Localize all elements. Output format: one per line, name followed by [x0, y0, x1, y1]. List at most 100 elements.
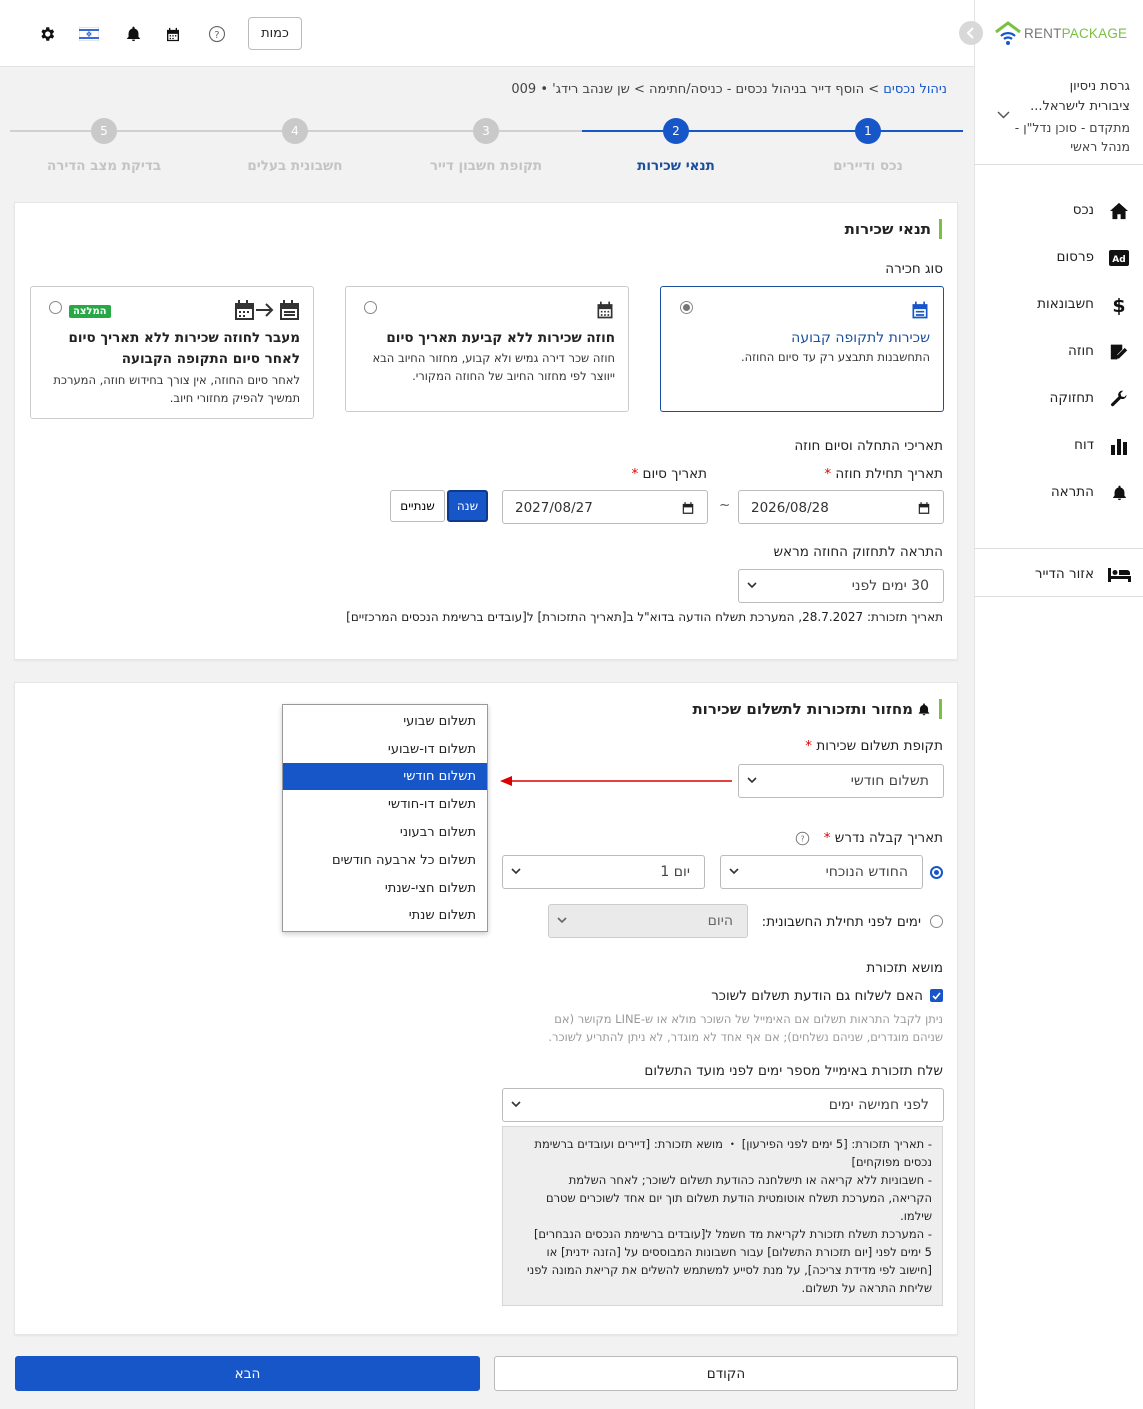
- rent-option-radio[interactable]: [364, 301, 377, 314]
- brand-name: RENTPACKAGE: [1024, 26, 1128, 41]
- end-date-label: תאריך סיום *: [631, 466, 707, 482]
- dropdown-option[interactable]: תשלום שבועי: [283, 708, 487, 735]
- calendar-icon[interactable]: [917, 501, 931, 515]
- dropdown-option[interactable]: תשלום שנתי: [283, 902, 487, 929]
- step-1-circle[interactable]: 1: [855, 118, 881, 144]
- reminder-info-box: - תאריך תזכורת: [5 ימים לפני הפירעון] ・ …: [502, 1126, 943, 1306]
- sidebar-divider: [975, 596, 1143, 597]
- help-icon[interactable]: ?: [207, 24, 227, 44]
- sidebar-item-tenant-area[interactable]: אזור הדייר: [975, 560, 1143, 590]
- contract-dates-label: תאריכי התחלה וסיום חוזה: [794, 438, 943, 454]
- calendar-icon[interactable]: [163, 24, 183, 44]
- step-5-label: בדיקת מצב הדירה: [46, 158, 162, 174]
- step-2-circle[interactable]: 2: [663, 118, 689, 144]
- dropdown-option-selected[interactable]: תשלום חודשי: [283, 763, 487, 790]
- house-wifi-logo-icon: [995, 21, 1021, 45]
- rent-type-label: סוג חכירה: [885, 261, 943, 277]
- rent-option-radio[interactable]: [49, 301, 62, 314]
- calendar-icon: [912, 301, 928, 319]
- account-switcher[interactable]: גרסת ניסיון ציבורית לישראל... מתקדם - סו…: [975, 67, 1143, 165]
- one-year-button[interactable]: שנה: [447, 490, 488, 522]
- payment-period-dropdown: תשלום שבועי תשלום דו-שבועי תשלום חודשי ת…: [282, 704, 488, 932]
- reminder-subject-label: מושא תזכורת: [866, 960, 943, 976]
- account-line2: ציבורית לישראל...: [1030, 99, 1130, 114]
- section-title: תנאי שכירות: [845, 219, 942, 239]
- dropdown-option[interactable]: תשלום כל ארבעה חודשים: [283, 847, 487, 874]
- two-years-button[interactable]: שנתיים: [390, 490, 445, 522]
- month-select[interactable]: החודש הנוכחי: [720, 855, 923, 889]
- step-3-label: תקופת חשבון דייר: [429, 158, 543, 174]
- dropdown-option[interactable]: תשלום חצי-שנתי: [283, 875, 487, 902]
- bell-icon: [1108, 483, 1130, 503]
- calendar-icon[interactable]: [681, 501, 695, 515]
- payment-period-select[interactable]: תשלום חודשי: [738, 764, 944, 798]
- gear-icon[interactable]: [37, 24, 57, 44]
- account-line4: מנהל ראשי: [1070, 139, 1130, 154]
- chart-icon: [1108, 436, 1130, 456]
- bell-icon: [918, 702, 930, 715]
- step-4-circle: 4: [282, 118, 308, 144]
- help-icon[interactable]: ?: [795, 831, 810, 846]
- sidebar-item-property[interactable]: נכס: [975, 196, 1143, 226]
- red-arrow-annotation: [500, 776, 732, 786]
- chevron-down-icon: [729, 868, 739, 875]
- sidebar-item-advertising[interactable]: Ad פרסום: [975, 243, 1143, 273]
- due-date-month-radio[interactable]: [930, 866, 943, 879]
- step-3-circle: 3: [473, 118, 499, 144]
- dropdown-option[interactable]: תשלום רבעוני: [283, 819, 487, 846]
- bed-icon: [1106, 565, 1132, 585]
- days-before-radio[interactable]: [930, 915, 943, 928]
- notify-tenant-checkbox[interactable]: [930, 989, 943, 1002]
- chevron-down-icon: [511, 1101, 521, 1108]
- calendar-arrow-icon: [235, 300, 299, 320]
- calendar-icon: [597, 301, 613, 319]
- bell-icon[interactable]: [123, 24, 143, 44]
- email-reminder-select[interactable]: לפני חמישה ימים: [502, 1088, 944, 1122]
- rent-option-convert-open-ended[interactable]: המלצה מעבר לחוזה שכירות ללא תאריך סיום ל…: [30, 286, 314, 419]
- rent-option-fixed-term[interactable]: שכירות לתקופה קבועה התחשבנות תתבצע רק עד…: [660, 286, 944, 412]
- collapse-sidebar-button[interactable]: [959, 21, 983, 45]
- dropdown-option[interactable]: תשלום דו-שבועי: [283, 736, 487, 763]
- sidebar-item-alerts[interactable]: התראה: [975, 478, 1143, 508]
- notify-hint-line1: ניתן לקבל התראות תשלום אם האימייל של השו…: [554, 1012, 943, 1026]
- sidebar-item-report[interactable]: דוח: [975, 431, 1143, 461]
- breadcrumb-current: הוסף דייר בניהול נכסים - כניסה/חתימה: [649, 82, 865, 97]
- svg-text:Ad: Ad: [1112, 255, 1125, 265]
- expiry-alert-select[interactable]: 30 ימים לפני: [738, 569, 944, 603]
- chevron-down-icon: [511, 868, 521, 875]
- flag-icon[interactable]: [79, 24, 99, 44]
- due-date-label: תאריך קבלה נדרש *: [823, 830, 943, 846]
- step-4-label: חשבונית בעלים: [247, 158, 343, 174]
- rent-option-radio[interactable]: [680, 301, 693, 314]
- previous-button[interactable]: הקודם: [494, 1356, 958, 1391]
- sidebar-item-contract[interactable]: חוזה: [975, 337, 1143, 367]
- quantity-button[interactable]: כמות: [248, 17, 302, 50]
- date-range-separator: ~: [719, 497, 731, 513]
- start-date-input[interactable]: 2026/08/28: [738, 490, 944, 524]
- wrench-icon: [1108, 389, 1130, 409]
- day-select[interactable]: יום 1: [502, 855, 705, 889]
- chevron-down-icon: [997, 111, 1010, 119]
- notify-hint-line2: שניהם מוגדרים, שניהם נשלחים); אם אף אחד …: [548, 1030, 943, 1044]
- contract-icon: [1108, 342, 1130, 362]
- breadcrumb-link-property-management[interactable]: ניהול נכסים: [883, 82, 947, 97]
- account-line3: מתקדם - סוכן נדל"ן -: [1014, 120, 1130, 135]
- svg-text:$: $: [1112, 295, 1125, 315]
- end-date-input[interactable]: 2027/08/27: [502, 490, 708, 524]
- top-bar: ? כמות: [0, 0, 974, 67]
- svg-text:?: ?: [214, 30, 219, 41]
- chevron-down-icon: [557, 917, 567, 924]
- step-1-label: נכס ודיירים: [833, 158, 903, 174]
- reminder-note: תאריך תזכורת: 28.7.2027, המערכת תשלח הוד…: [346, 610, 943, 624]
- rent-option-open-ended[interactable]: חוזה שכירות ללא קביעת תאריך סיום חוזה שכ…: [345, 286, 629, 412]
- dropdown-option[interactable]: תשלום דו-חודשי: [283, 791, 487, 818]
- sidebar-item-maintenance[interactable]: תחזוקה: [975, 384, 1143, 414]
- account-line1: גרסת ניסיון: [1069, 79, 1130, 94]
- notify-tenant-label: האם לשלוח גם הודעת תשלום לשוכר: [711, 988, 923, 1004]
- step-2-label: תנאי שכירות: [637, 158, 715, 174]
- sidebar-item-accounting[interactable]: $ חשבונאות: [975, 290, 1143, 320]
- section-title: מחזור ותזכורות לתשלום שכירות: [692, 699, 942, 719]
- next-button[interactable]: הבא: [15, 1356, 480, 1391]
- sidebar: RENTPACKAGE גרסת ניסיון ציבורית לישראל..…: [959, 0, 1143, 1409]
- expiry-alert-label: התראה לתחזוק החוזה מראש: [773, 544, 943, 560]
